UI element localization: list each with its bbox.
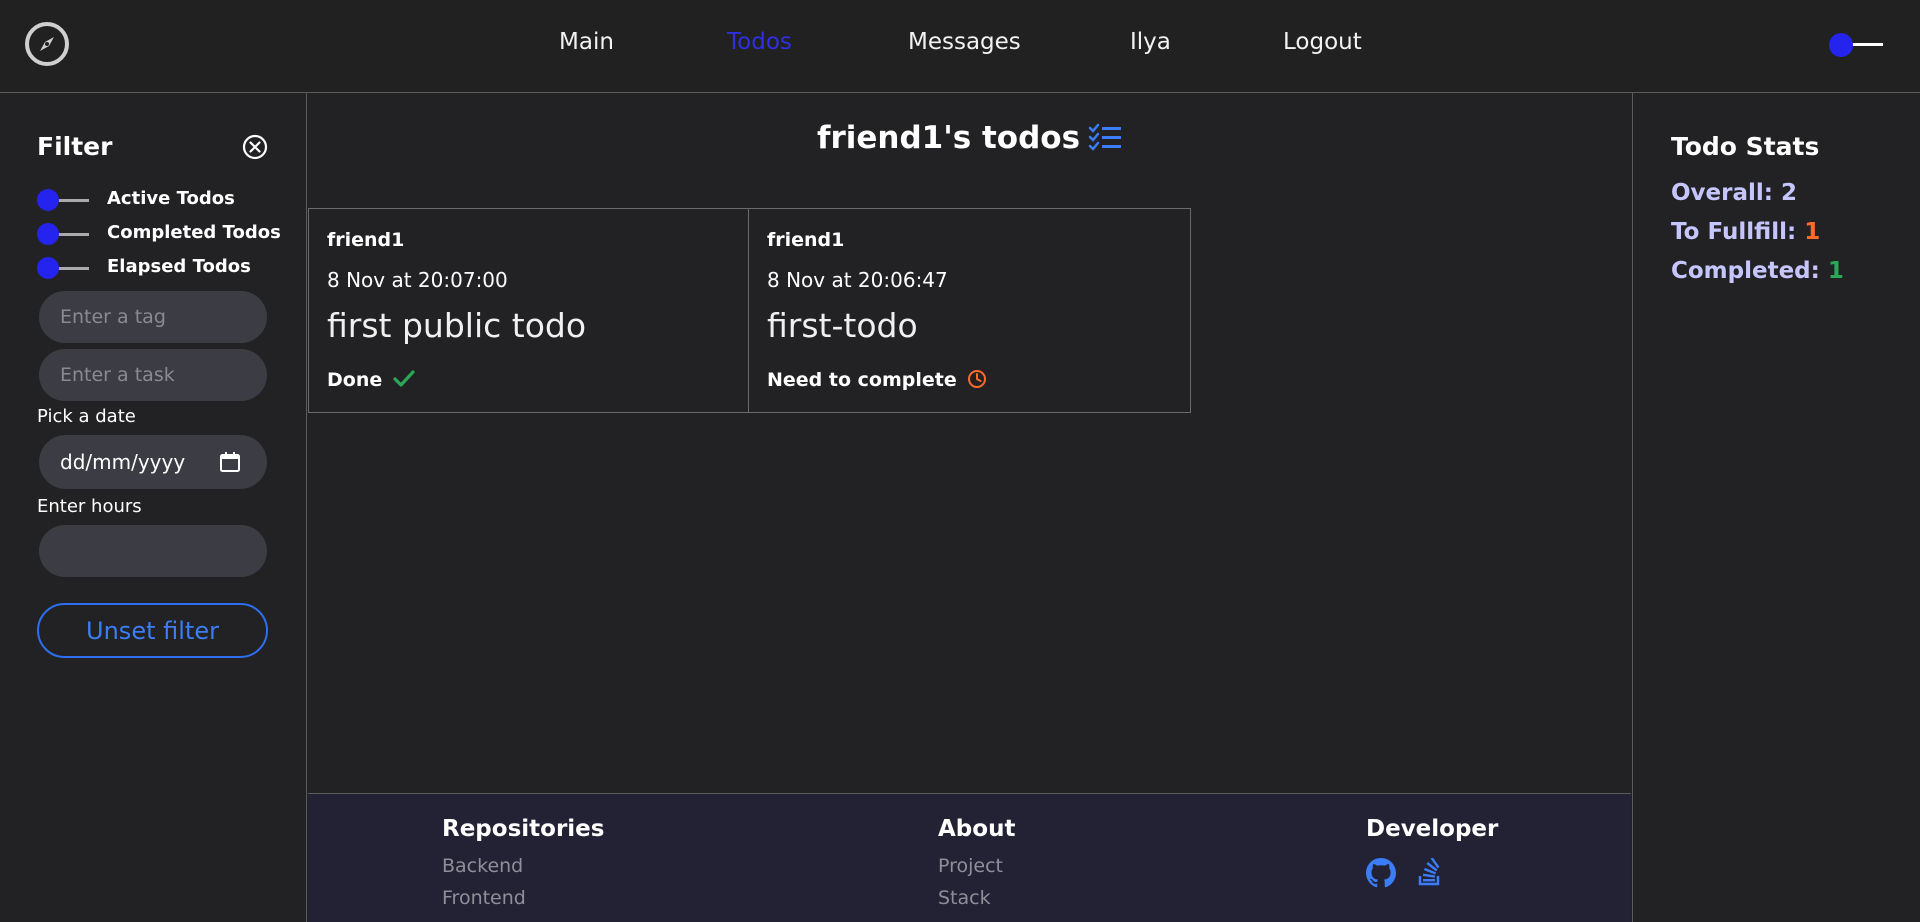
footer-link-stack[interactable]: Stack [938, 882, 1015, 914]
todo-status-text: Done [327, 369, 383, 391]
hours-label: Enter hours [37, 496, 142, 517]
main-nav: Main Todos Messages Ilya Logout [0, 29, 1920, 59]
todo-author: friend1 [767, 229, 845, 251]
todo-task: first-todo [767, 306, 918, 345]
todo-status: Need to complete [767, 369, 987, 391]
stackoverflow-icon[interactable] [1415, 857, 1445, 888]
footer-about-title: About [938, 816, 1016, 842]
date-value: dd/mm/yyyy [60, 450, 186, 474]
task-input[interactable] [39, 349, 267, 401]
toggle-elapsed-todos[interactable]: Elapsed Todos [37, 255, 297, 281]
theme-toggle-knob [1829, 33, 1853, 57]
nav-main[interactable]: Main [559, 29, 614, 55]
nav-todos[interactable]: Todos [727, 29, 792, 55]
todo-card[interactable]: friend1 8 Nov at 20:07:00 first public t… [308, 208, 749, 413]
todo-status: Done [327, 369, 415, 391]
todo-status-text: Need to complete [767, 369, 957, 391]
filter-title: Filter [37, 132, 113, 161]
developer-links [1366, 857, 1459, 892]
switch[interactable] [37, 257, 91, 279]
stat-to-fulfill: To Fullfill: 1 [1671, 219, 1821, 245]
stat-overall-value: 2 [1781, 180, 1798, 206]
stat-completed-value: 1 [1827, 258, 1844, 284]
stat-completed: Completed: 1 [1671, 258, 1844, 284]
unset-filter-button[interactable]: Unset filter [37, 603, 268, 658]
date-label: Pick a date [37, 406, 136, 427]
clock-icon [968, 370, 987, 388]
footer-about: About Project Stack [938, 816, 1015, 914]
check-icon [393, 370, 415, 387]
page-title-text: friend1's todos [816, 120, 1081, 156]
close-circle-icon[interactable] [241, 133, 269, 161]
todo-author: friend1 [327, 229, 405, 251]
switch[interactable] [37, 189, 91, 211]
toggle-active-todos[interactable]: Active Todos [37, 187, 297, 213]
page-title: friend1's todos [308, 120, 1631, 156]
checklist-icon [1088, 122, 1122, 152]
todo-time: 8 Nov at 20:06:47 [767, 268, 948, 292]
todos-main: friend1's todos friend1 8 Nov at 20:07:0… [308, 93, 1631, 793]
footer-developer-title: Developer [1366, 816, 1499, 842]
top-navbar: Main Todos Messages Ilya Logout [0, 0, 1920, 93]
hours-input[interactable] [39, 525, 267, 577]
todo-card[interactable]: friend1 8 Nov at 20:06:47 first-todo Nee… [748, 208, 1191, 413]
footer-link-project[interactable]: Project [938, 850, 1015, 882]
tag-input[interactable] [39, 291, 267, 343]
nav-messages[interactable]: Messages [908, 29, 1021, 55]
todo-task: first public todo [327, 306, 587, 345]
toggle-label: Active Todos [107, 188, 235, 209]
stat-overall: Overall: 2 [1671, 180, 1798, 206]
toggle-completed-todos[interactable]: Completed Todos [37, 221, 297, 247]
footer-repositories-title: Repositories [442, 816, 605, 842]
theme-toggle[interactable] [1829, 33, 1885, 57]
nav-user[interactable]: Ilya [1130, 29, 1171, 55]
todo-time: 8 Nov at 20:07:00 [327, 268, 508, 292]
toggle-label: Elapsed Todos [107, 256, 251, 277]
filter-sidebar: Filter Active Todos Completed Todos Elap… [0, 93, 307, 922]
github-icon[interactable] [1366, 858, 1396, 888]
calendar-icon[interactable] [219, 451, 241, 473]
todo-stats-panel: Todo Stats Overall: 2 To Fullfill: 1 Com… [1632, 93, 1920, 922]
footer-developer: Developer [1366, 816, 1498, 850]
stat-to-fulfill-value: 1 [1804, 219, 1821, 245]
footer-repositories: Repositories Backend Frontend [442, 816, 604, 914]
footer-link-backend[interactable]: Backend [442, 850, 604, 882]
toggle-label: Completed Todos [107, 222, 281, 243]
footer-link-frontend[interactable]: Frontend [442, 882, 604, 914]
stats-title: Todo Stats [1671, 132, 1820, 161]
switch[interactable] [37, 223, 91, 245]
date-input[interactable]: dd/mm/yyyy [39, 435, 267, 489]
nav-logout[interactable]: Logout [1283, 29, 1362, 55]
footer: Repositories Backend Frontend About Proj… [308, 793, 1631, 922]
